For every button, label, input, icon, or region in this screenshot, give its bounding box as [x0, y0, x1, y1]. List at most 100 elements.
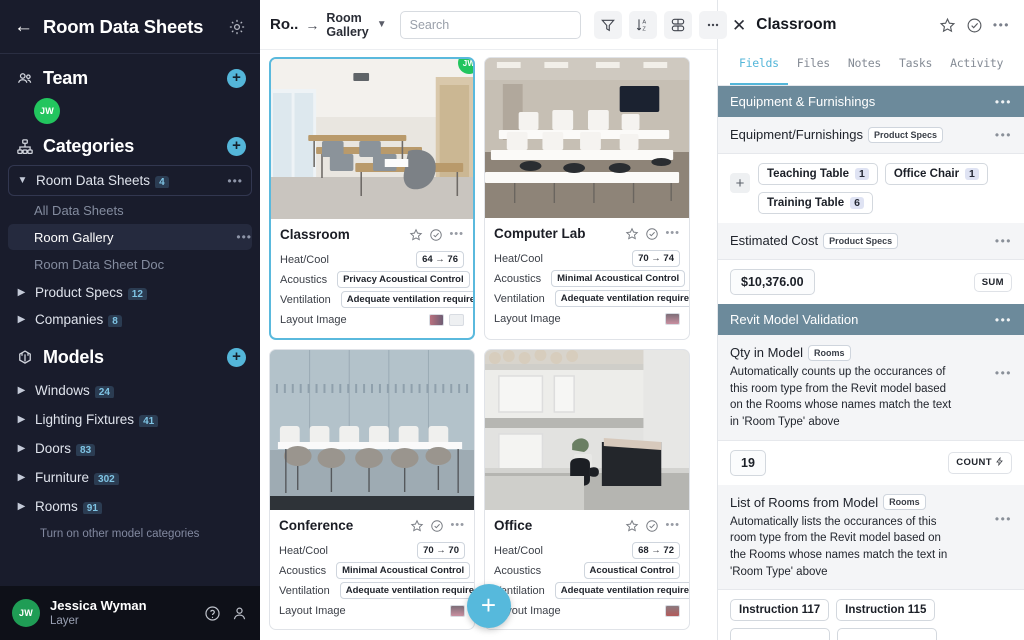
star-icon[interactable]	[625, 519, 639, 533]
add-category-button[interactable]: +	[227, 137, 246, 156]
chevron-down-icon[interactable]: ▼	[377, 19, 387, 30]
sidebar-item-room-data-sheet-doc[interactable]: Room Data Sheet Doc	[8, 251, 252, 277]
star-icon[interactable]	[409, 228, 423, 242]
sidebar-item-furniture[interactable]: ▶ Furniture 302	[8, 463, 252, 492]
layout-image-thumbnail[interactable]	[665, 312, 680, 325]
panel-more-icon[interactable]: •••	[993, 18, 1010, 32]
field-more-icon[interactable]: •••	[995, 126, 1012, 142]
field-value[interactable]: Minimal Acoustical Control	[551, 270, 686, 287]
value-chip[interactable]: Teaching Table 1	[758, 163, 878, 185]
more-icon[interactable]	[698, 10, 727, 39]
tab-activity[interactable]: Activity	[941, 50, 1012, 85]
chevron-right-icon[interactable]: ▶	[16, 414, 27, 425]
field-value[interactable]: 68 → 72	[632, 542, 680, 559]
star-icon[interactable]	[410, 519, 424, 533]
chevron-right-icon[interactable]: ▶	[16, 385, 27, 396]
tab-tasks[interactable]: Tasks	[890, 50, 941, 85]
sidebar-item-windows[interactable]: ▶ Windows 24	[8, 376, 252, 405]
card-conference[interactable]: Conference ••• Heat/Cool 70 → 70 Acousti…	[269, 349, 475, 630]
back-arrow-icon[interactable]: ←	[14, 17, 33, 36]
tab-files[interactable]: Files	[788, 50, 839, 85]
sidebar-item-room-gallery[interactable]: Room Gallery •••	[8, 224, 252, 250]
chevron-right-icon[interactable]: ▶	[16, 314, 27, 325]
group-more-icon[interactable]: •••	[995, 95, 1012, 109]
field-source-tag[interactable]: Rooms	[883, 494, 926, 511]
check-circle-icon[interactable]	[429, 228, 443, 242]
filter-icon[interactable]	[593, 10, 622, 39]
add-model-button[interactable]: +	[227, 348, 246, 367]
turn-on-categories-link[interactable]: Turn on other model categories	[0, 521, 260, 540]
field-source-tag[interactable]: Product Specs	[867, 126, 943, 143]
sort-az-icon[interactable]: A Z	[628, 10, 657, 39]
field-value[interactable]: Privacy Acoustical Control	[337, 271, 470, 288]
group-more-icon[interactable]: •••	[995, 313, 1012, 327]
check-circle-icon[interactable]	[645, 227, 659, 241]
chevron-right-icon[interactable]: ▶	[16, 501, 27, 512]
field-more-icon[interactable]: •••	[995, 494, 1012, 526]
estimated-cost-value[interactable]: $10,376.00	[730, 269, 815, 295]
field-value[interactable]: 70 → 70	[417, 542, 465, 559]
field-value[interactable]: Adequate ventilation required	[554, 290, 689, 307]
add-value-button[interactable]: +	[730, 173, 750, 193]
function-badge-count[interactable]: COUNT	[948, 451, 1012, 474]
card-more-icon[interactable]: •••	[665, 519, 680, 533]
value-chip[interactable]: Training Table 6	[758, 192, 873, 214]
field-value[interactable]: Adequate ventilation required	[339, 582, 474, 599]
tab-notes[interactable]: Notes	[839, 50, 890, 85]
field-value[interactable]: 64 → 76	[416, 251, 464, 268]
chevron-right-icon[interactable]: ▶	[16, 287, 27, 298]
value-chip[interactable]: Instruction 117	[730, 599, 830, 622]
value-chip[interactable]	[730, 628, 830, 640]
qty-in-model-value[interactable]: 19	[730, 449, 766, 476]
group-header-equipment-furnishings[interactable]: Equipment & Furnishings •••	[718, 86, 1024, 117]
star-icon[interactable]	[939, 17, 956, 34]
field-value[interactable]: Adequate ventilation required	[554, 582, 689, 599]
sidebar-item-doors[interactable]: ▶ Doors 83	[8, 434, 252, 463]
add-team-button[interactable]: +	[227, 69, 246, 88]
group-icon[interactable]	[663, 10, 692, 39]
breadcrumb-first[interactable]: Ro..	[270, 16, 298, 33]
layout-image-thumbnail[interactable]	[450, 604, 465, 617]
check-circle-icon[interactable]	[430, 519, 444, 533]
group-header-revit-model-validation[interactable]: Revit Model Validation •••	[718, 304, 1024, 335]
field-more-icon[interactable]: •••	[995, 232, 1012, 248]
sub-more-icon[interactable]: •••	[236, 230, 252, 244]
field-source-tag[interactable]: Product Specs	[823, 232, 899, 249]
team-member-avatar[interactable]: JW	[34, 98, 60, 124]
user-avatar[interactable]: JW	[12, 599, 40, 627]
layout-image-thumbnail[interactable]	[665, 604, 680, 617]
value-chip[interactable]: Office Chair 1	[884, 163, 988, 185]
close-icon[interactable]: ✕	[732, 17, 746, 34]
sidebar-item-rooms[interactable]: ▶ Rooms 91	[8, 492, 252, 521]
add-record-fab[interactable]: +	[466, 584, 511, 628]
card-classroom[interactable]: JW Classroom ••• Heat/Cool 64 → 76 Acous…	[269, 57, 475, 340]
sidebar-item-product-specs[interactable]: ▶ Product Specs 12	[8, 279, 252, 306]
tab-fields[interactable]: Fields	[730, 50, 788, 85]
category-more-icon[interactable]: •••	[227, 174, 243, 188]
field-value[interactable]: Adequate ventilation required	[340, 291, 473, 308]
card-computer-lab[interactable]: Computer Lab ••• Heat/Cool 70 → 74 Acous…	[484, 57, 690, 340]
sidebar-item-room-data-sheets[interactable]: ▼ Room Data Sheets 4 •••	[9, 167, 251, 194]
layout-image-thumbnail[interactable]	[429, 313, 444, 326]
field-value[interactable]: 70 → 74	[632, 250, 680, 267]
value-chip[interactable]	[837, 628, 937, 640]
gear-icon[interactable]	[228, 18, 246, 36]
breadcrumb-second[interactable]: Room Gallery	[326, 11, 368, 39]
function-badge-sum[interactable]: SUM	[973, 272, 1012, 292]
person-icon[interactable]	[231, 605, 248, 622]
field-more-icon[interactable]: •••	[995, 344, 1012, 380]
chevron-down-icon[interactable]: ▼	[17, 175, 28, 186]
help-circle-icon[interactable]	[204, 605, 221, 622]
value-chip[interactable]: Instruction 115	[836, 599, 936, 622]
star-icon[interactable]	[625, 227, 639, 241]
sidebar-item-lighting-fixtures[interactable]: ▶ Lighting Fixtures 41	[8, 405, 252, 434]
field-value[interactable]: Minimal Acoustical Control	[336, 562, 471, 579]
search-input[interactable]	[399, 10, 581, 39]
chevron-right-icon[interactable]: ▶	[16, 472, 27, 483]
check-circle-icon[interactable]	[966, 17, 983, 34]
sidebar-item-all-data-sheets[interactable]: All Data Sheets	[8, 197, 252, 223]
card-more-icon[interactable]: •••	[450, 519, 465, 533]
field-source-tag[interactable]: Rooms	[807, 344, 851, 361]
card-office[interactable]: Office ••• Heat/Cool 68 → 72 Acoustics A…	[484, 349, 690, 630]
card-more-icon[interactable]: •••	[449, 228, 464, 242]
